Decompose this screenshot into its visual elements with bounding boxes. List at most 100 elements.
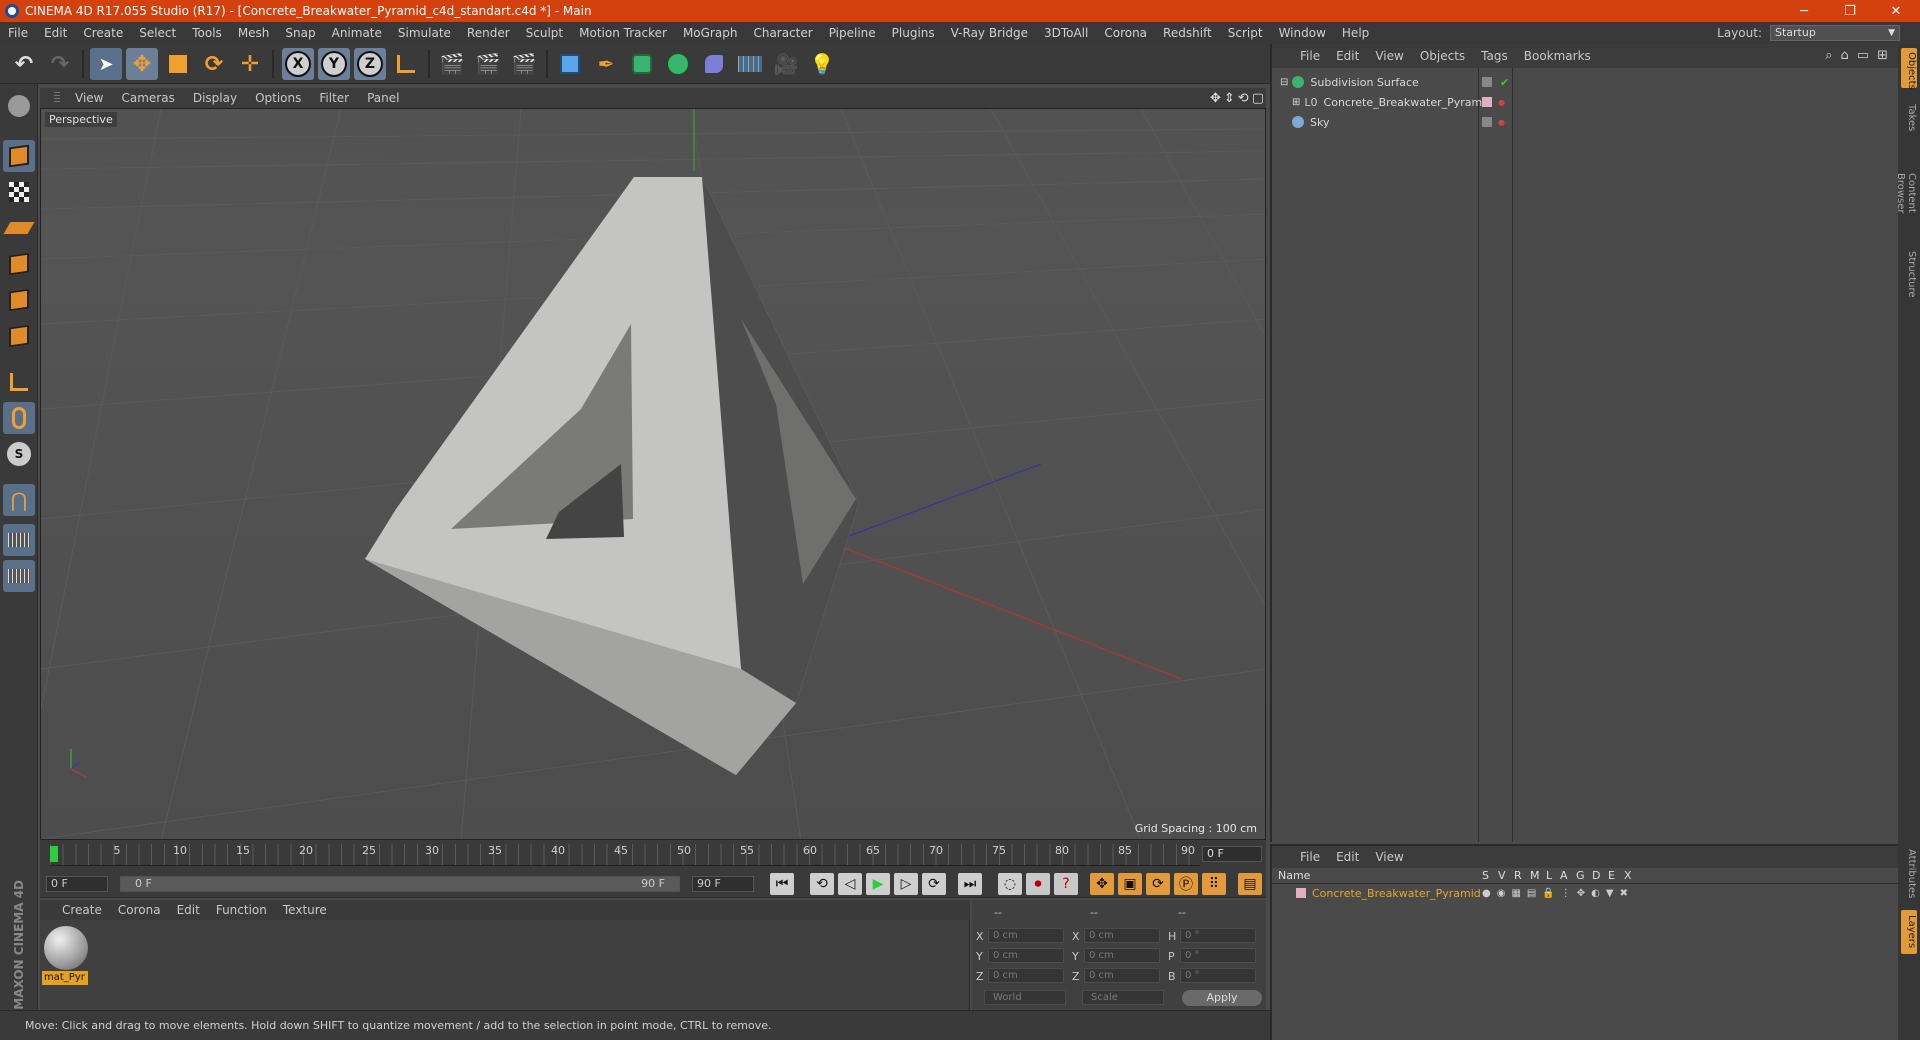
- size-x-field[interactable]: 0 cm: [1084, 928, 1160, 943]
- orbit-icon[interactable]: ⟲: [1238, 91, 1249, 106]
- key-pla-button[interactable]: ⠿: [1202, 873, 1226, 895]
- tab-structure[interactable]: Structure: [1901, 244, 1917, 304]
- menu-animate[interactable]: Animate: [324, 26, 390, 40]
- go-to-end-button[interactable]: ⏭: [958, 873, 982, 895]
- visibility-toggle-icon[interactable]: [1482, 77, 1492, 87]
- viewport-menu-options[interactable]: Options: [246, 91, 310, 105]
- menu-file[interactable]: File: [0, 26, 36, 40]
- maximize-icon[interactable]: ⊞: [1877, 48, 1888, 63]
- timeline-ruler[interactable]: 0 5 10 15 20 25 30 35 40 45 50 55 60 65 …: [50, 844, 1200, 866]
- perspective-viewport[interactable]: Perspective Grid Spacing : 100 cm: [40, 108, 1266, 840]
- restore-button[interactable]: ❐: [1828, 0, 1872, 22]
- menu-motion-tracker[interactable]: Motion Tracker: [571, 26, 675, 40]
- layer-menu-file[interactable]: File: [1292, 850, 1328, 864]
- key-position-button[interactable]: ✥: [1090, 873, 1114, 895]
- layer-menu-edit[interactable]: Edit: [1328, 850, 1367, 864]
- enabled-check-icon[interactable]: ✔: [1500, 76, 1509, 89]
- menu-redshift[interactable]: Redshift: [1155, 26, 1220, 40]
- texture-mode-button[interactable]: [3, 176, 35, 208]
- col-generators[interactable]: G: [1576, 869, 1585, 882]
- add-spline-button[interactable]: ✒: [590, 48, 622, 80]
- add-floor-button[interactable]: [734, 48, 766, 80]
- coordinate-space-dropdown[interactable]: World: [984, 990, 1066, 1005]
- layer-row[interactable]: Concrete_Breakwater_Pyramid ●◉▦▤🔒⋮✥◐▼✖: [1272, 884, 1900, 902]
- render-picture-viewer-button[interactable]: 🎬: [472, 48, 504, 80]
- tab-layers[interactable]: Layers: [1901, 910, 1917, 954]
- col-xref[interactable]: X: [1624, 869, 1632, 882]
- rotate-tool-button[interactable]: ⟳: [198, 48, 230, 80]
- menu-select[interactable]: Select: [131, 26, 184, 40]
- material-menu-function[interactable]: Function: [208, 903, 275, 917]
- live-selection-button[interactable]: ➤: [90, 48, 122, 80]
- material-swatch[interactable]: [44, 926, 88, 970]
- next-key-button[interactable]: ⟳: [922, 873, 946, 895]
- tab-objects[interactable]: Objects: [1901, 48, 1917, 90]
- add-array-button[interactable]: [662, 48, 694, 80]
- menu-create[interactable]: Create: [75, 26, 131, 40]
- add-light-button[interactable]: 💡: [806, 48, 838, 80]
- go-to-start-button[interactable]: ⏮: [770, 873, 794, 895]
- viewport-menu-filter[interactable]: Filter: [310, 91, 358, 105]
- menu-mograph[interactable]: MoGraph: [675, 26, 746, 40]
- key-rotation-button[interactable]: ⟳: [1146, 873, 1170, 895]
- menu-help[interactable]: Help: [1334, 26, 1377, 40]
- dolly-icon[interactable]: ⇕: [1224, 91, 1235, 106]
- recent-tool-button[interactable]: ✛: [234, 48, 266, 80]
- col-solo[interactable]: S: [1482, 869, 1489, 882]
- rotation-h-field[interactable]: 0 °: [1180, 928, 1256, 943]
- model-mode-button[interactable]: [3, 140, 35, 172]
- object-row[interactable]: Sky ●: [1272, 112, 1900, 132]
- menu-vray-bridge[interactable]: V-Ray Bridge: [943, 26, 1036, 40]
- add-nurbs-button[interactable]: [626, 48, 658, 80]
- record-keys-button[interactable]: ⏺: [1026, 873, 1050, 895]
- viewport-menu-cameras[interactable]: Cameras: [112, 91, 183, 105]
- menu-mesh[interactable]: Mesh: [230, 26, 278, 40]
- material-menu-texture[interactable]: Texture: [275, 903, 335, 917]
- size-y-field[interactable]: 0 cm: [1084, 948, 1160, 963]
- z-axis-lock-button[interactable]: Z: [354, 48, 386, 80]
- menu-pipeline[interactable]: Pipeline: [821, 26, 884, 40]
- workplane-mode-button[interactable]: [3, 212, 35, 244]
- material-name[interactable]: mat_Pyr: [42, 971, 88, 985]
- menu-corona[interactable]: Corona: [1096, 26, 1155, 40]
- workplane-rotate-button[interactable]: [3, 560, 35, 592]
- object-row[interactable]: ⊞ L0 Concrete_Breakwater_Pyramid ●: [1272, 92, 1900, 112]
- viewport-menu-view[interactable]: View: [66, 91, 112, 105]
- frame-range-slider[interactable]: 0 F 90 F: [120, 876, 680, 892]
- play-button[interactable]: ▶: [866, 873, 890, 895]
- next-frame-button[interactable]: ▷: [894, 873, 918, 895]
- solo-mode-button[interactable]: S: [3, 438, 35, 470]
- col-render[interactable]: R: [1514, 869, 1522, 882]
- layer-dot-icon[interactable]: ●: [1498, 98, 1505, 107]
- pan-icon[interactable]: ✥: [1210, 91, 1221, 106]
- start-frame-field[interactable]: 0 F: [46, 876, 108, 892]
- layer-dot-icon[interactable]: ●: [1498, 118, 1505, 127]
- menu-edit[interactable]: Edit: [36, 26, 75, 40]
- polygons-mode-button[interactable]: [3, 320, 35, 352]
- menu-tools[interactable]: Tools: [184, 26, 230, 40]
- move-tool-button[interactable]: ✥: [126, 48, 158, 80]
- layer-menu-view[interactable]: View: [1367, 850, 1411, 864]
- material-tag-icon[interactable]: [1482, 97, 1492, 107]
- rotation-p-field[interactable]: 0 °: [1180, 948, 1256, 963]
- points-mode-button[interactable]: [3, 248, 35, 280]
- col-manager[interactable]: M: [1530, 869, 1540, 882]
- coordinate-system-button[interactable]: [390, 48, 422, 80]
- menu-simulate[interactable]: Simulate: [390, 26, 459, 40]
- expand-icon[interactable]: ⊞: [1292, 97, 1300, 108]
- col-locked[interactable]: L: [1546, 869, 1552, 882]
- scale-tool-button[interactable]: [162, 48, 194, 80]
- layer-flags-icon[interactable]: ●◉▦▤🔒⋮✥◐▼✖: [1482, 888, 1634, 899]
- key-parameter-button[interactable]: Ⓟ: [1174, 873, 1198, 895]
- col-deformers[interactable]: D: [1592, 869, 1600, 882]
- object-menu-objects[interactable]: Objects: [1412, 49, 1473, 63]
- menu-3dtoall[interactable]: 3DToAll: [1036, 26, 1096, 40]
- menu-snap[interactable]: Snap: [277, 26, 323, 40]
- previous-key-button[interactable]: ⟲: [810, 873, 834, 895]
- material-menu-create[interactable]: Create: [54, 903, 110, 917]
- axis-mode-button[interactable]: [3, 366, 35, 398]
- collapse-icon[interactable]: ⊟: [1280, 77, 1288, 88]
- object-menu-edit[interactable]: Edit: [1328, 49, 1367, 63]
- render-settings-button[interactable]: 🎬: [508, 48, 540, 80]
- timeline-window-button[interactable]: ▤: [1238, 873, 1262, 895]
